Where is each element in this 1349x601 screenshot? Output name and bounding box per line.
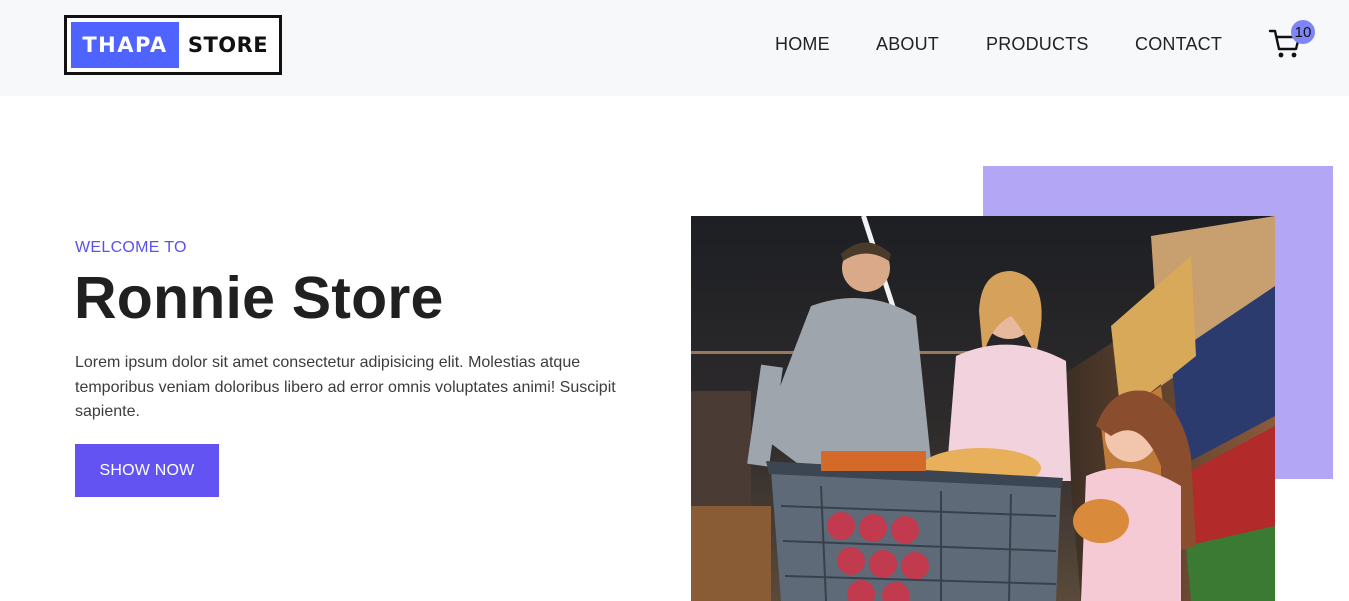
- site-logo[interactable]: THAPA STORE: [64, 15, 282, 75]
- logo-store-text: STORE: [187, 33, 269, 57]
- hero-description: Lorem ipsum dolor sit amet consectetur a…: [75, 354, 616, 420]
- cart-count-badge: 10: [1291, 20, 1315, 44]
- nav-contact[interactable]: CONTACT: [1135, 34, 1222, 55]
- hero-image: [691, 216, 1275, 601]
- hero-title: Ronnie Store: [74, 265, 444, 331]
- nav-home[interactable]: HOME: [775, 34, 830, 55]
- nav-about[interactable]: ABOUT: [876, 34, 939, 55]
- nav-products[interactable]: PRODUCTS: [986, 34, 1089, 55]
- family-shopping-illustration: [691, 216, 1275, 601]
- logo-thapa-text: THAPA: [71, 22, 179, 68]
- site-header: THAPA STORE HOME ABOUT PRODUCTS CONTACT …: [0, 0, 1349, 96]
- show-now-button[interactable]: SHOW NOW: [75, 444, 219, 497]
- hero-intro: WELCOME TO: [75, 239, 187, 256]
